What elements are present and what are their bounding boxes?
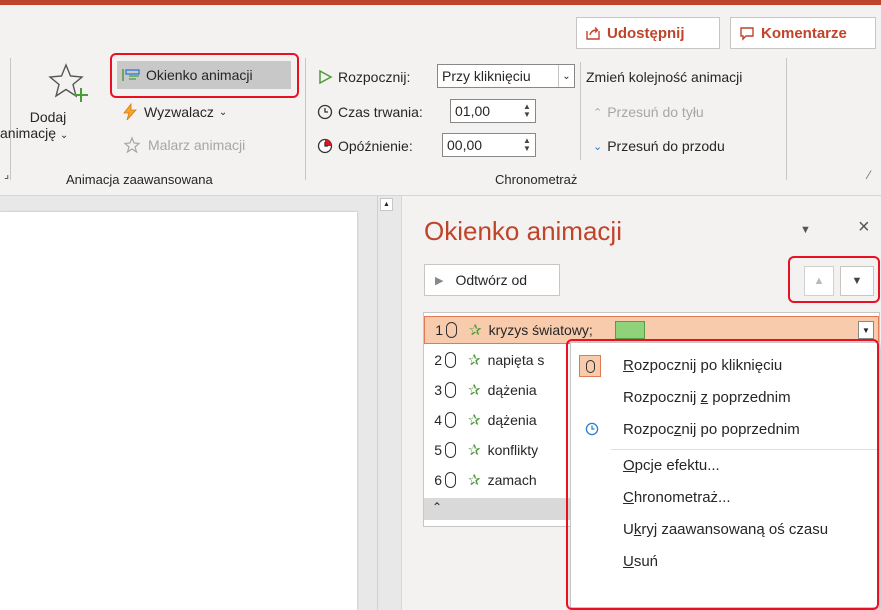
star-effect-icon: ✰ — [468, 412, 481, 429]
lightning-icon — [123, 103, 137, 121]
duration-value: 01,00 — [455, 103, 491, 119]
add-animation-label-2: animację ⌄ — [0, 125, 69, 141]
item-label: konflikty — [487, 442, 539, 458]
slide-scrollbar[interactable]: ▲ — [377, 196, 394, 610]
star-effect-icon: ✰ — [469, 322, 482, 339]
move-earlier-label: Przesuń do tyłu — [607, 104, 704, 120]
animation-painter-label: Malarz animacji — [148, 137, 246, 153]
chevron-up-icon: ⌃ — [593, 106, 603, 119]
dialog-launcher-icon[interactable]: ⌟ — [4, 168, 9, 181]
trigger-label: Wyzwalacz — [144, 104, 214, 120]
delay-row: Opóźnienie: — [317, 135, 413, 157]
chevron-down-icon: ⌄ — [218, 106, 228, 118]
move-later-button[interactable]: ⌄ Przesuń do przodu — [593, 135, 725, 157]
add-animation-label-1: Dodaj — [29, 109, 67, 125]
chevron-down-icon: ⌄ — [59, 130, 69, 141]
delay-label: Opóźnienie: — [338, 138, 413, 154]
pane-options-icon[interactable]: ▼ — [800, 224, 811, 236]
move-up-arrow-icon[interactable]: ▲ — [804, 266, 834, 296]
item-label: dążenia — [487, 412, 537, 428]
play-from-label: Odtwórz od — [455, 272, 528, 288]
delay-spinner[interactable]: ▲ ▼ — [519, 137, 535, 153]
mouse-icon — [445, 472, 456, 488]
item-label: kryzys światowy; — [488, 322, 593, 338]
reorder-title: Zmień kolejność animacji — [586, 69, 743, 85]
play-icon — [319, 69, 333, 85]
animation-painter-button[interactable]: Malarz animacji — [121, 134, 245, 156]
duration-spinner[interactable]: ▲ ▼ — [519, 103, 535, 119]
ribbon-separator — [305, 58, 306, 180]
comment-icon — [740, 27, 754, 41]
start-value: Przy kliknięciu — [442, 68, 531, 84]
item-label: dążenia — [487, 382, 537, 398]
move-later-label: Przesuń do przodu — [607, 138, 725, 154]
caret-down-icon[interactable]: ▼ — [523, 111, 531, 119]
mouse-icon — [445, 382, 456, 398]
ribbon-separator — [786, 58, 787, 180]
animation-pane-icon — [122, 69, 140, 81]
scroll-up-arrow-icon[interactable]: ▲ — [380, 198, 393, 211]
trigger-button[interactable]: Wyzwalacz ⌄ — [121, 101, 227, 123]
ribbon-separator — [580, 62, 581, 160]
highlight-frame — [566, 339, 879, 610]
slide-canvas[interactable] — [0, 212, 357, 610]
group-label-advanced: Animacja zaawansowana — [66, 172, 213, 187]
play-from-button[interactable]: ▶ Odtwórz od — [424, 264, 560, 296]
share-label: Udostępnij — [607, 24, 685, 42]
duration-label: Czas trwania: — [338, 104, 423, 120]
mouse-icon — [445, 442, 456, 458]
delay-input[interactable]: 00,00 ▲ ▼ — [442, 133, 536, 157]
collapse-ribbon-icon[interactable]: ⁄ — [868, 168, 870, 182]
item-dropdown-arrow-icon[interactable]: ▼ — [858, 321, 874, 339]
item-label: napięta s — [487, 352, 545, 368]
chevron-down-icon: ⌄ — [593, 140, 603, 153]
move-down-arrow-icon[interactable]: ▼ — [840, 266, 874, 296]
start-row: Rozpocznij: — [317, 66, 410, 88]
brush-star-icon — [123, 136, 141, 154]
add-animation-button[interactable]: Dodaj animację ⌄ — [0, 62, 108, 141]
start-dropdown[interactable]: Przy kliknięciu ⌄ — [437, 64, 575, 88]
ribbon-separator — [10, 58, 11, 180]
item-label: zamach — [487, 472, 537, 488]
duration-input[interactable]: 01,00 ▲ ▼ — [450, 99, 536, 123]
pane-title: Okienko animacji — [424, 216, 622, 246]
animation-pane-label: Okienko animacji — [146, 67, 253, 83]
comments-label: Komentarze — [761, 24, 847, 42]
collapse-chevrons-icon[interactable]: ⌃ — [432, 500, 442, 514]
share-icon — [586, 27, 600, 40]
move-earlier-button[interactable]: ⌃ Przesuń do tyłu — [593, 101, 704, 123]
star-effect-icon: ✰ — [468, 352, 481, 369]
mouse-icon — [445, 412, 456, 428]
star-effect-icon: ✰ — [468, 442, 481, 459]
group-label-timing: Chronometraż — [495, 172, 578, 187]
mouse-icon — [446, 322, 457, 338]
clock-icon — [317, 104, 333, 120]
star-effect-icon: ✰ — [468, 472, 481, 489]
play-icon: ▶ — [435, 274, 444, 287]
start-label: Rozpocznij: — [338, 69, 411, 85]
caret-down-icon[interactable]: ▼ — [523, 145, 531, 153]
share-button[interactable]: Udostępnij — [576, 17, 720, 49]
timeline-bar — [614, 321, 645, 339]
star-add-icon — [48, 63, 88, 102]
comments-button[interactable]: Komentarze — [730, 17, 876, 49]
mouse-icon — [445, 352, 456, 368]
animation-pane-button[interactable]: Okienko animacji — [117, 61, 291, 89]
delay-clock-icon — [317, 138, 333, 154]
duration-row: Czas trwania: — [317, 101, 423, 123]
close-icon[interactable]: × — [858, 216, 870, 239]
star-effect-icon: ✰ — [468, 382, 481, 399]
chevron-down-icon[interactable]: ⌄ — [558, 65, 574, 87]
delay-value: 00,00 — [447, 137, 483, 153]
